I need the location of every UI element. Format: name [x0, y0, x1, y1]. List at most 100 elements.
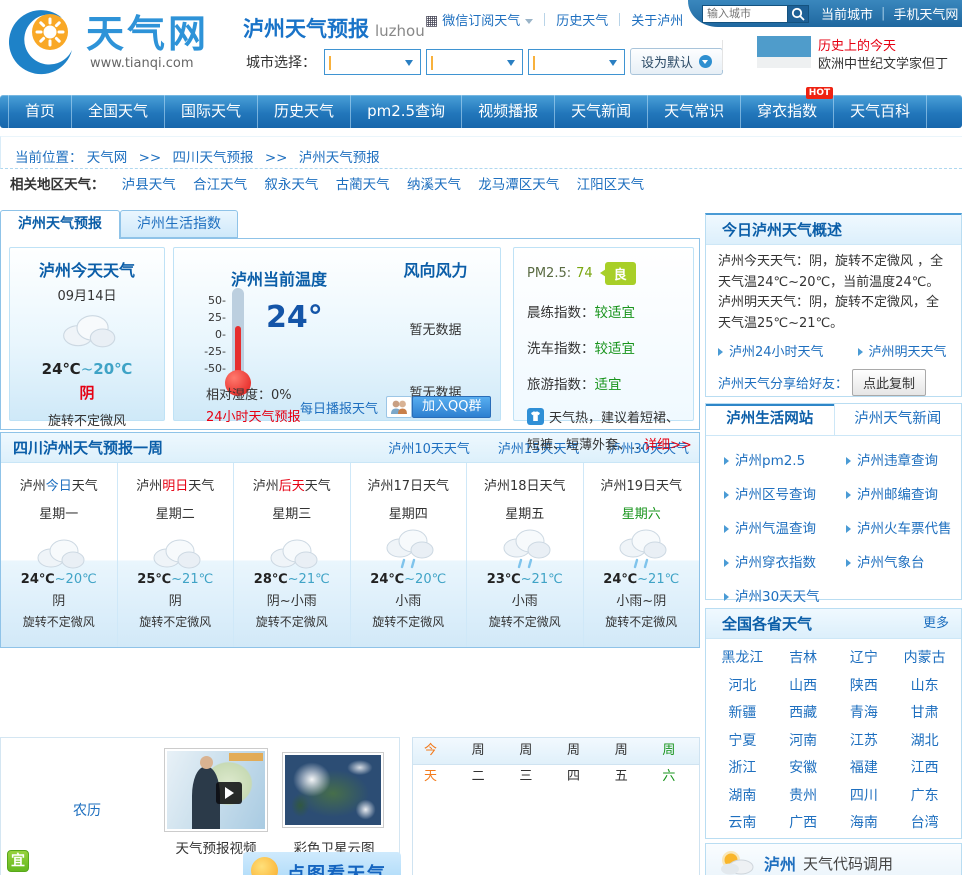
tab-weather-forecast[interactable]: 泸州天气预报	[0, 210, 120, 239]
hourly-weather-link[interactable]: 泸州24小时天气	[718, 341, 824, 360]
nav-item-knowledge[interactable]: 天气常识	[647, 95, 740, 128]
related-link[interactable]: 纳溪天气	[407, 177, 461, 193]
related-link[interactable]: 泸县天气	[122, 177, 176, 193]
code-city-link[interactable]: 泸州	[764, 851, 796, 875]
life-link-train-tickets[interactable]: 泸州火车票代售	[846, 517, 961, 537]
tab-life-websites[interactable]: 泸州生活网站	[706, 404, 834, 435]
province-link[interactable]: 辽宁	[834, 645, 895, 673]
province-link[interactable]: 广西	[773, 810, 834, 838]
province-link[interactable]: 新疆	[712, 700, 773, 728]
province-link[interactable]: 湖南	[712, 783, 773, 811]
province-link[interactable]: 四川	[834, 783, 895, 811]
province-link[interactable]: 内蒙古	[894, 645, 955, 673]
province-link[interactable]: 青海	[834, 700, 895, 728]
province-link[interactable]: 台湾	[894, 810, 955, 838]
related-link[interactable]: 古蔺天气	[336, 177, 390, 193]
life-link-30day[interactable]: 泸州30天天气	[724, 585, 846, 605]
related-link[interactable]: 合江天气	[193, 177, 247, 193]
province-link[interactable]: 陕西	[834, 673, 895, 701]
forecast-day-column[interactable]: 泸州19日天气 星期六 24℃~21℃ 小雨~阴 旋转不定微风	[584, 463, 700, 647]
province-link[interactable]: 山西	[773, 673, 834, 701]
tab-friday[interactable]: 周五	[604, 738, 652, 764]
detail-link[interactable]: 详细>>	[644, 438, 692, 453]
nav-item-video[interactable]: 视频播报	[461, 95, 554, 128]
province-link[interactable]: 河南	[773, 728, 834, 756]
life-link-temperature[interactable]: 泸州气温查询	[724, 517, 846, 537]
related-link[interactable]: 江阳区天气	[577, 177, 645, 193]
weather-map-banner[interactable]: 点图看天气	[243, 852, 401, 875]
province-select[interactable]	[324, 49, 421, 75]
province-link[interactable]: 江苏	[834, 728, 895, 756]
forecast-day-column[interactable]: 泸州今日天气 星期一 24℃~20℃ 阴 旋转不定微风	[1, 463, 118, 647]
tab-weather-news[interactable]: 泸州天气新闻	[834, 404, 962, 435]
daily-report-link[interactable]: 每日播报天气	[300, 398, 378, 417]
province-link[interactable]: 湖北	[894, 728, 955, 756]
about-luzhou-link[interactable]: 关于泸州	[631, 10, 683, 29]
tab-thursday[interactable]: 周四	[556, 738, 604, 764]
nav-item-national[interactable]: 全国天气	[71, 95, 164, 128]
breadcrumb-link-luzhou[interactable]: 泸州天气预报	[299, 150, 380, 166]
history-today-image[interactable]	[757, 36, 811, 68]
mobile-site-link[interactable]: 手机天气网	[893, 4, 958, 23]
related-link[interactable]: 龙马潭区天气	[478, 177, 559, 193]
province-link[interactable]: 西藏	[773, 700, 834, 728]
life-link-violation[interactable]: 泸州违章查询	[846, 449, 961, 469]
province-link[interactable]: 江西	[894, 755, 955, 783]
history-today-title[interactable]: 历史上的今天	[818, 35, 896, 54]
province-link[interactable]: 云南	[712, 810, 773, 838]
province-link[interactable]: 海南	[834, 810, 895, 838]
breadcrumb-link-home[interactable]: 天气网	[87, 150, 128, 166]
current-city-link[interactable]: 当前城市	[821, 4, 873, 23]
province-link[interactable]: 河北	[712, 673, 773, 701]
province-link[interactable]: 宁夏	[712, 728, 773, 756]
nav-item-international[interactable]: 国际天气	[164, 95, 257, 128]
tab-today[interactable]: 今天	[413, 738, 461, 764]
forecast-day-column[interactable]: 泸州后天天气 星期三 28℃~21℃ 阴~小雨 旋转不定微风	[234, 463, 351, 647]
nav-item-dress-index[interactable]: 穿衣指数HOT	[740, 95, 833, 128]
nav-item-history[interactable]: 历史天气	[257, 95, 350, 128]
tab-saturday[interactable]: 周六	[651, 738, 699, 764]
forecast-day-column[interactable]: 泸州18日天气 星期五 23℃~21℃ 小雨 旋转不定微风	[467, 463, 584, 647]
life-link-observatory[interactable]: 泸州气象台	[846, 551, 961, 571]
site-logo[interactable]: 天气网 www.tianqi.com	[6, 6, 209, 78]
search-button[interactable]	[788, 5, 809, 23]
set-default-button[interactable]: 设为默认	[630, 48, 723, 75]
province-link[interactable]: 福建	[834, 755, 895, 783]
ten-day-link[interactable]: 泸州10天天气	[388, 438, 470, 457]
history-weather-link[interactable]: 历史天气	[556, 10, 608, 29]
province-link[interactable]: 贵州	[773, 783, 834, 811]
tab-tuesday[interactable]: 周二	[461, 738, 509, 764]
province-link[interactable]: 甘肃	[894, 700, 955, 728]
tab-life-index[interactable]: 泸州生活指数	[120, 210, 238, 238]
weather-video-thumbnail[interactable]	[164, 748, 268, 832]
nav-item-news[interactable]: 天气新闻	[554, 95, 647, 128]
life-link-dress-index[interactable]: 泸州穿衣指数	[724, 551, 846, 571]
lunar-calendar-link[interactable]: 农历	[73, 800, 101, 820]
nav-item-home[interactable]: 首页	[8, 95, 71, 128]
play-icon[interactable]	[216, 782, 242, 804]
more-link[interactable]: 更多	[923, 609, 949, 639]
city-select[interactable]	[426, 49, 523, 75]
breadcrumb-link-sichuan[interactable]: 四川天气预报	[173, 150, 254, 166]
hourly-forecast-link[interactable]: 24小时天气预报	[206, 406, 301, 425]
search-input[interactable]	[702, 5, 788, 23]
tomorrow-weather-link[interactable]: 泸州明天天气	[858, 341, 947, 360]
life-link-pm25[interactable]: 泸州pm2.5	[724, 449, 846, 469]
life-link-area-code[interactable]: 泸州区号查询	[724, 483, 846, 503]
province-link[interactable]: 山东	[894, 673, 955, 701]
province-link[interactable]: 广东	[894, 783, 955, 811]
join-qq-group-button[interactable]: 加入QQ群	[412, 396, 491, 418]
forecast-day-column[interactable]: 泸州17日天气 星期四 24℃~20℃ 小雨 旋转不定微风	[351, 463, 468, 647]
forecast-day-column[interactable]: 泸州明日天气 星期二 25℃~21℃ 阴 旋转不定微风	[118, 463, 235, 647]
nav-item-pm25[interactable]: pm2.5查询	[350, 95, 461, 128]
district-select[interactable]	[528, 49, 625, 75]
related-link[interactable]: 叙永天气	[264, 177, 318, 193]
tab-wednesday[interactable]: 周三	[508, 738, 556, 764]
nav-item-encyclopedia[interactable]: 天气百科	[833, 95, 927, 128]
province-link[interactable]: 吉林	[773, 645, 834, 673]
wechat-subscribe-link[interactable]: ▦微信订阅天气	[425, 10, 533, 29]
province-link[interactable]: 浙江	[712, 755, 773, 783]
satellite-thumbnail[interactable]	[282, 752, 384, 828]
history-today-text[interactable]: 欧洲中世纪文学家但丁	[818, 53, 948, 72]
province-link[interactable]: 安徽	[773, 755, 834, 783]
